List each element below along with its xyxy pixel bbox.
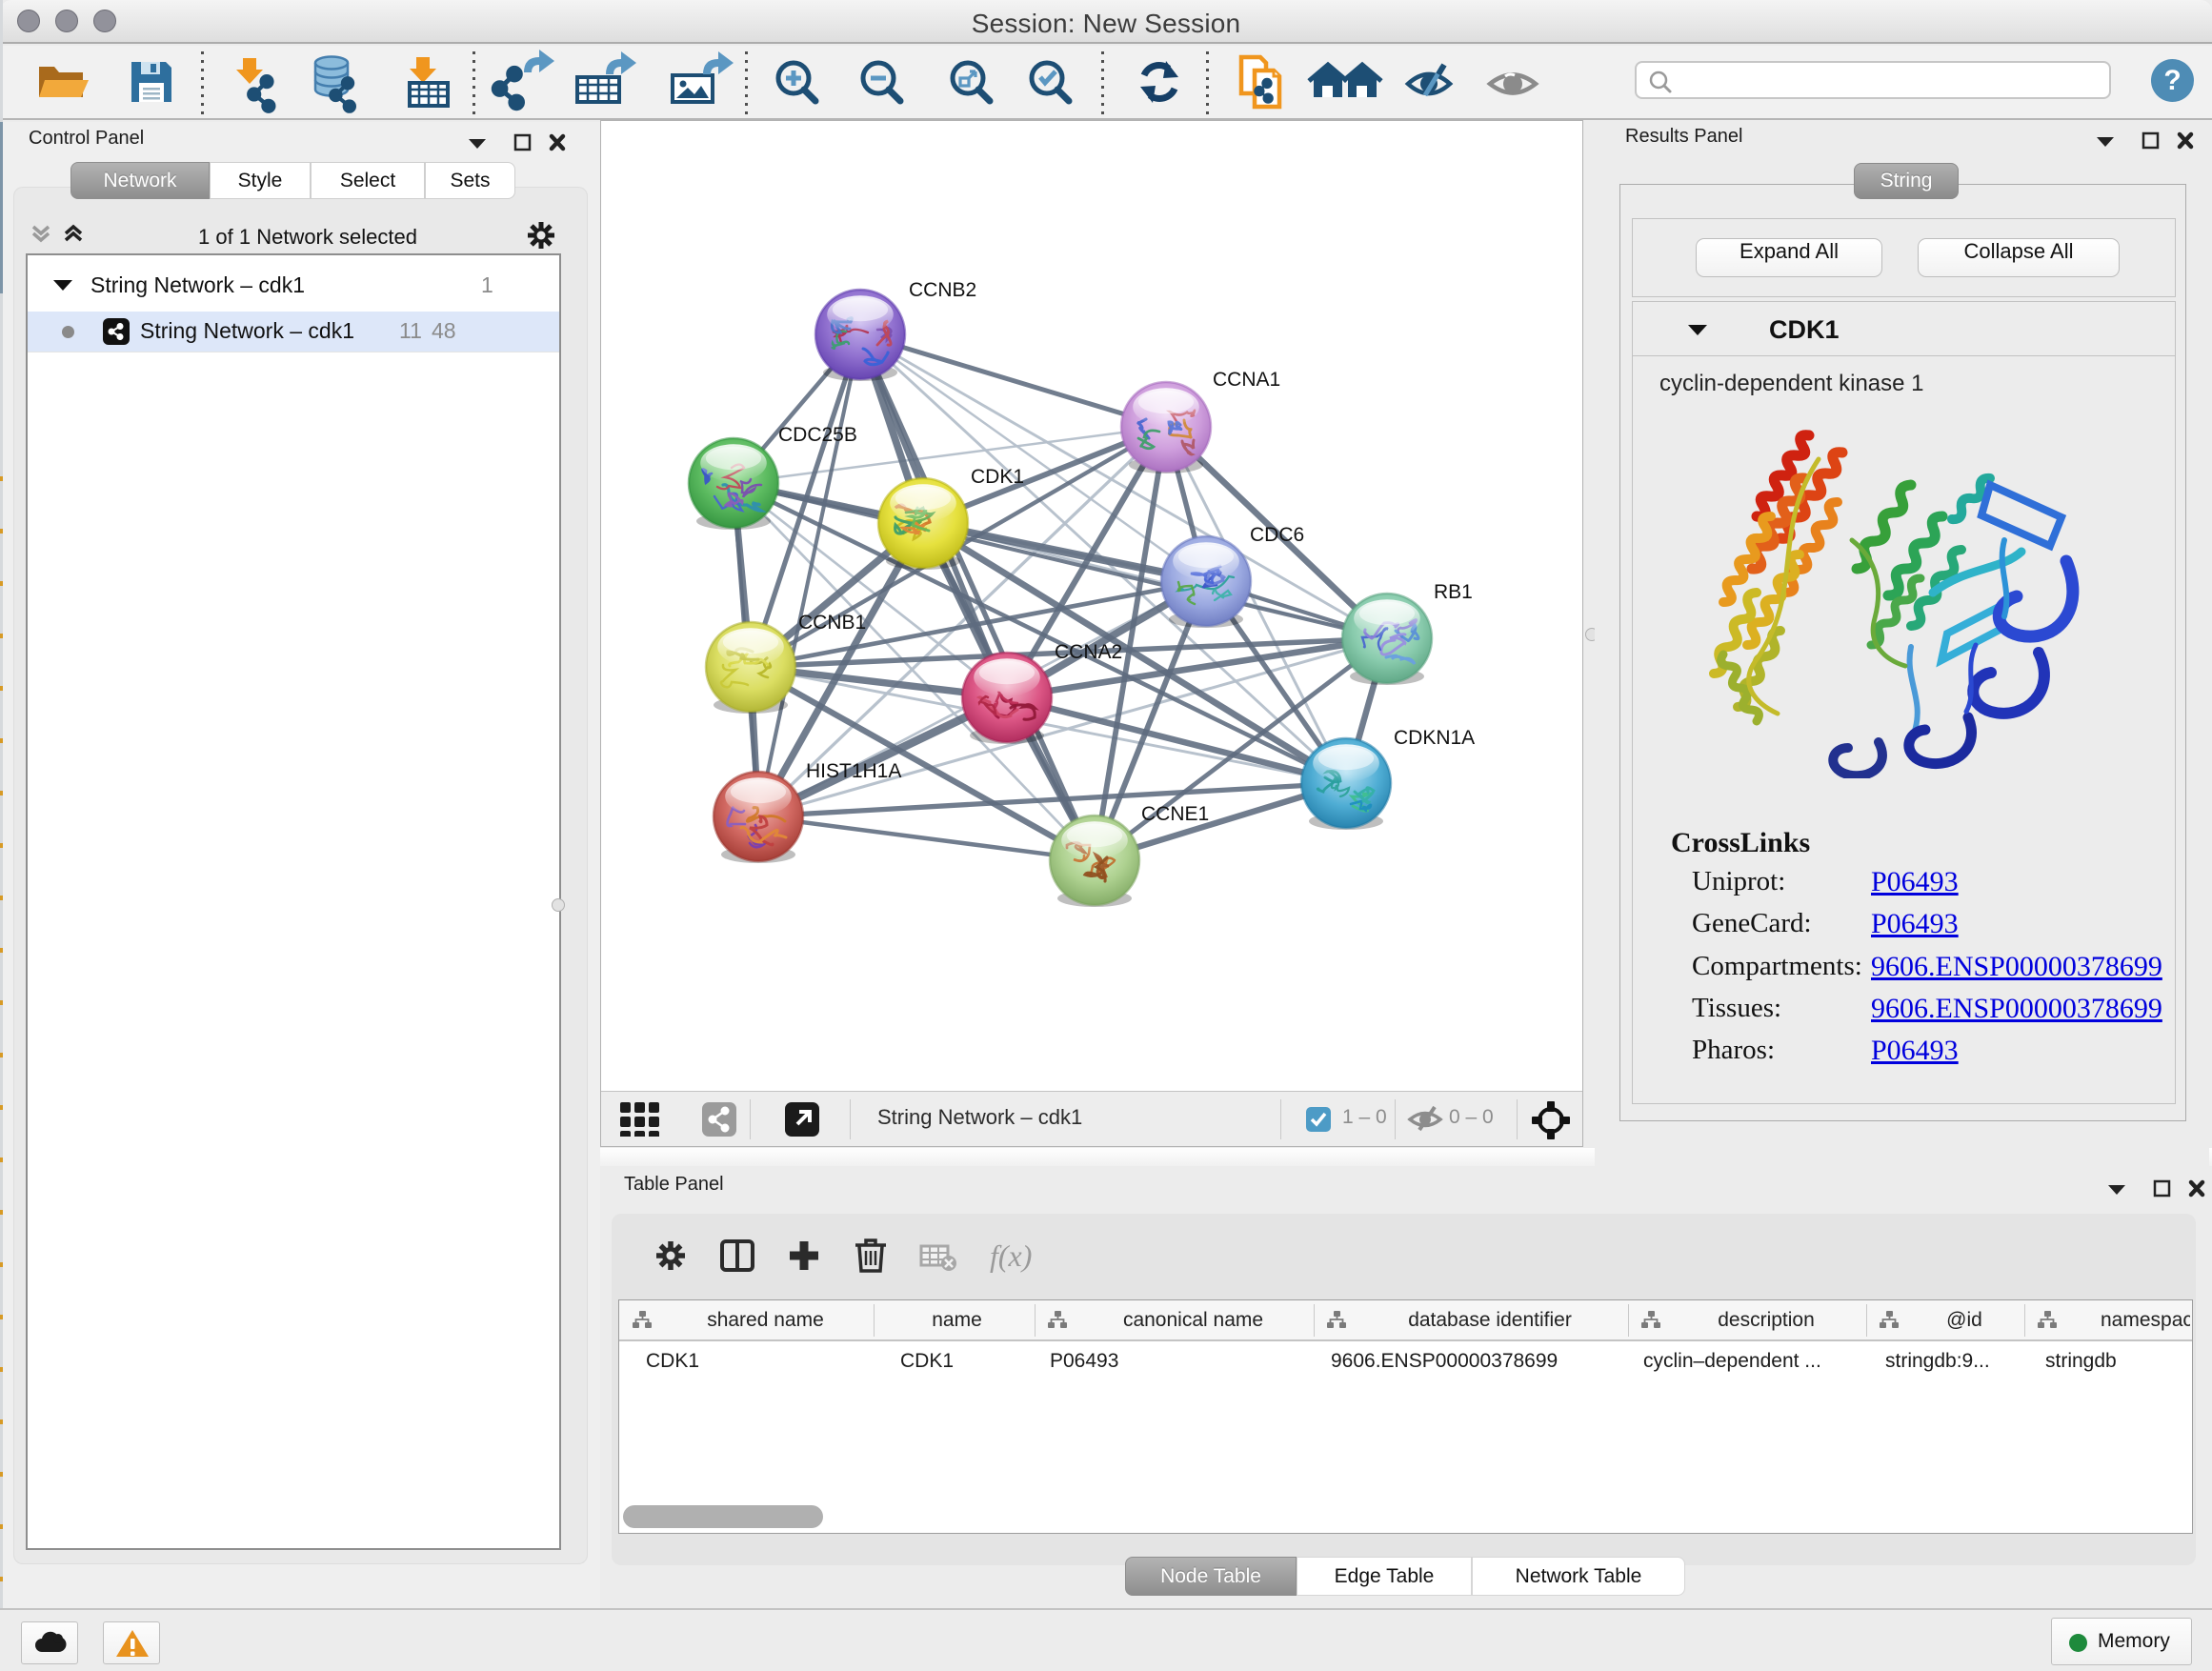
svg-text:CDC25B: CDC25B xyxy=(778,424,857,446)
svg-text:CCNA2: CCNA2 xyxy=(1055,641,1122,663)
svg-text:RB1: RB1 xyxy=(1434,581,1473,603)
svg-text:HIST1H1A: HIST1H1A xyxy=(806,760,901,782)
svg-text:CDKN1A: CDKN1A xyxy=(1394,727,1475,749)
svg-text:CCNB2: CCNB2 xyxy=(909,279,976,301)
svg-text:CCNE1: CCNE1 xyxy=(1141,803,1209,825)
svg-text:CDC6: CDC6 xyxy=(1250,524,1304,546)
svg-text:CCNA1: CCNA1 xyxy=(1213,369,1280,391)
svg-text:CCNB1: CCNB1 xyxy=(798,612,866,634)
svg-text:CDK1: CDK1 xyxy=(971,466,1024,488)
svg-text:f(x): f(x) xyxy=(990,1238,1032,1273)
